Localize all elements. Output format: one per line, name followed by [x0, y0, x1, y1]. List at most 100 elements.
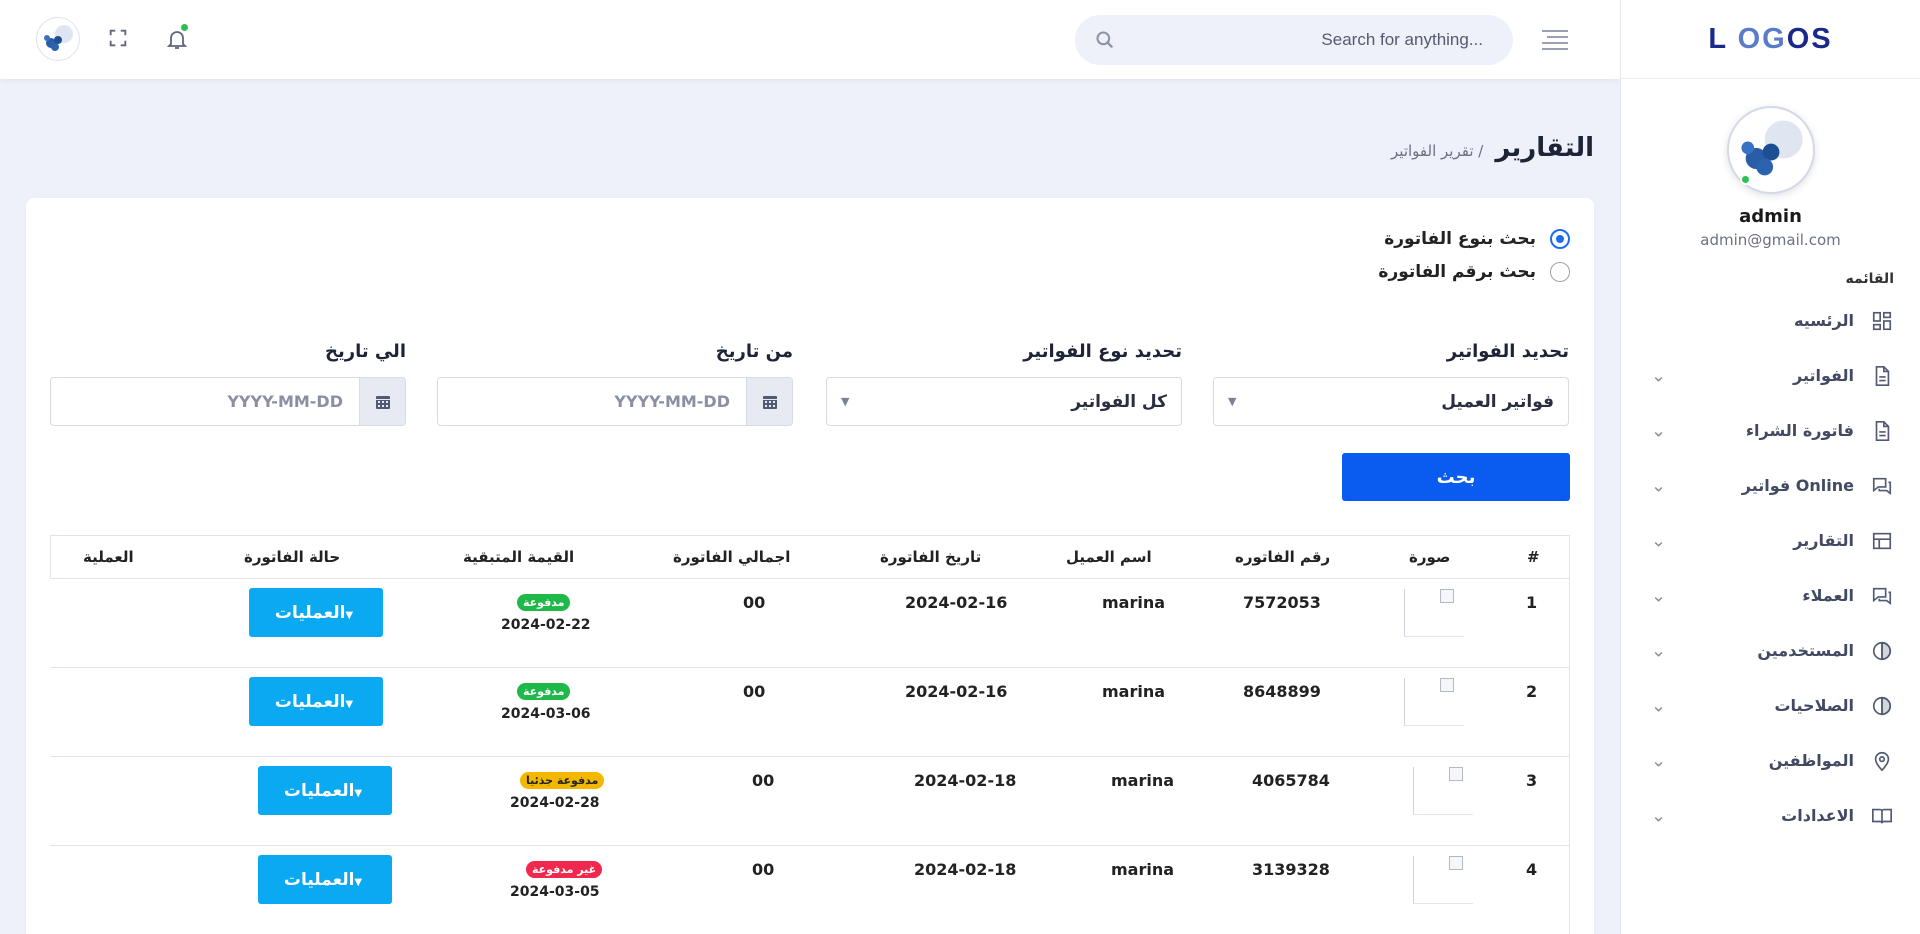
sidebar-item-label: العملاء	[1802, 586, 1854, 605]
calendar-icon[interactable]	[746, 378, 792, 425]
invoice-select[interactable]: فواتير العميل ▼	[1213, 377, 1569, 426]
ops-label: العمليات	[274, 691, 346, 712]
from-date-field: من تاريخ	[437, 341, 793, 426]
from-date-input[interactable]	[438, 378, 746, 425]
profile-avatar[interactable]	[1726, 106, 1815, 194]
operations-button[interactable]: العمليات▼	[258, 766, 392, 815]
radio-button-checked[interactable]	[1550, 228, 1570, 249]
type-select[interactable]: كل الفواتير ▼	[826, 377, 1182, 426]
chevron-down-icon: ⌄	[1651, 475, 1667, 496]
caret-down-icon: ▼	[354, 787, 363, 799]
chevron-down-icon: ⌄	[1651, 530, 1667, 551]
avatar-image-icon	[1740, 120, 1803, 176]
menu-icon[interactable]	[1542, 30, 1568, 50]
breadcrumb[interactable]: / تقرير الفواتير	[1391, 142, 1483, 160]
header-cell: رقم الفاتوره	[1235, 548, 1331, 566]
report-card: بحث بنوع الفاتورة بحث برقم الفاتورة تحدي…	[26, 198, 1594, 934]
status-badge: مدفوعة جذئيا	[520, 772, 605, 789]
caret-down-icon: ▼	[354, 876, 363, 888]
search-box[interactable]	[1075, 15, 1513, 65]
table-row: 3 4065784 marina 2024-02-18 00 مدفوعة جذئيا 20…	[50, 757, 1570, 846]
field-label: من تاريخ	[715, 341, 793, 362]
sidebar-item-1[interactable]: ⌄ الفواتير	[1621, 348, 1920, 403]
table-row: 4 3139328 marina 2024-02-18 00 غير مدفوعة 2024…	[50, 846, 1570, 934]
header-cell: حالة الفاتورة	[244, 548, 341, 566]
invoice-date: 2024-02-18	[914, 771, 1017, 790]
half-circle-icon	[1870, 694, 1894, 718]
caret-down-icon: ▼	[345, 698, 354, 710]
invoice-thumbnail[interactable]	[1413, 856, 1473, 904]
field-label: تحديد الفواتير	[1446, 341, 1569, 362]
sidebar-item-0[interactable]: الرئسيه	[1621, 293, 1920, 348]
header-cell: العملية	[83, 548, 134, 566]
brand-letter: L	[1708, 22, 1728, 55]
invoice-total: 00	[752, 771, 775, 790]
sidebar-item-label: الصلاحيات	[1774, 696, 1854, 715]
user-avatar[interactable]	[36, 17, 80, 61]
sidebar-item-label: فواتير Online	[1741, 476, 1854, 495]
operations-button[interactable]: العمليات▼	[249, 588, 383, 637]
operations-button[interactable]: العمليات▼	[249, 677, 383, 726]
brand-letter: OS	[1786, 22, 1833, 55]
to-date-input[interactable]	[51, 378, 359, 425]
broken-image-icon	[1440, 589, 1454, 603]
search-button[interactable]: بحث	[1342, 453, 1570, 501]
row-number: 4	[1526, 860, 1538, 879]
search-input[interactable]	[1115, 30, 1483, 50]
sidebar-item-label: المواظفين	[1768, 751, 1854, 770]
radio-by-type[interactable]: بحث بنوع الفاتورة	[1378, 222, 1570, 255]
sidebar-item-label: الفواتير	[1792, 366, 1854, 385]
sidebar-item-label: التقارير	[1793, 531, 1854, 550]
radio-by-number[interactable]: بحث برقم الفاتورة	[1378, 255, 1570, 288]
table-row: 1 7572053 marina 2024-02-16 00 مدفوعة 2024-02-…	[50, 579, 1570, 668]
profile-card: admin admin@gmail.com	[1621, 79, 1920, 249]
invoice-thumbnail[interactable]	[1413, 767, 1473, 815]
document-icon	[1870, 364, 1894, 388]
invoice-thumbnail[interactable]	[1404, 678, 1464, 726]
sidebar-item-7[interactable]: ⌄ الصلاحيات	[1621, 678, 1920, 733]
sidebar-item-8[interactable]: ⌄ المواظفين	[1621, 733, 1920, 788]
to-date-input-group	[50, 377, 406, 426]
broken-image-icon	[1449, 767, 1463, 781]
invoice-date: 2024-02-16	[905, 593, 1008, 612]
sidebar-item-3[interactable]: ⌄ فواتير Online	[1621, 458, 1920, 513]
invoice-number: 3139328	[1252, 860, 1330, 879]
page-header: التقارير / تقرير الفواتير	[1391, 133, 1594, 163]
status-badge: مدفوعة	[517, 594, 571, 611]
sidebar-item-5[interactable]: ⌄ العملاء	[1621, 568, 1920, 623]
status-date: 2024-02-22	[501, 617, 591, 633]
pin-icon	[1870, 749, 1894, 773]
dashboard-icon	[1870, 309, 1894, 333]
row-number: 3	[1526, 771, 1538, 790]
document-icon	[1870, 419, 1894, 443]
sidebar-item-2[interactable]: ⌄ فاتورة الشراء	[1621, 403, 1920, 458]
sidebar-item-4[interactable]: ⌄ التقارير	[1621, 513, 1920, 568]
brand-logo[interactable]: L OGOS	[1621, 0, 1920, 79]
brand-text: L OGOS	[1708, 23, 1832, 56]
sidebar-item-label: المستخدمين	[1757, 641, 1854, 660]
header-cell: اسم العميل	[1066, 548, 1152, 566]
client-name: marina	[1111, 860, 1175, 879]
chevron-down-icon: ⌄	[1651, 695, 1667, 716]
broken-image-icon	[1440, 678, 1454, 692]
bell-icon[interactable]	[165, 23, 189, 51]
client-name: marina	[1102, 593, 1166, 612]
sidebar-item-9[interactable]: ⌄ الاعدادات	[1621, 788, 1920, 843]
chevron-down-icon: ⌄	[1651, 750, 1667, 771]
ops-label: العمليات	[283, 869, 355, 890]
field-label: تحديد نوع الفواتير	[1023, 341, 1182, 362]
invoice-thumbnail[interactable]	[1404, 589, 1464, 637]
chat-icon	[1870, 584, 1894, 608]
client-name: marina	[1111, 771, 1175, 790]
fullscreen-icon[interactable]	[107, 27, 131, 51]
table-row: 2 8648899 marina 2024-02-16 00 مدفوعة 2024-03-…	[50, 668, 1570, 757]
profile-email: admin@gmail.com	[1700, 231, 1841, 249]
sidebar-item-6[interactable]: ⌄ المستخدمين	[1621, 623, 1920, 678]
operations-button[interactable]: العمليات▼	[258, 855, 392, 904]
chevron-down-icon: ⌄	[1651, 805, 1667, 826]
avatar-image-icon	[44, 25, 73, 51]
status-date: 2024-03-06	[501, 706, 591, 722]
calendar-icon[interactable]	[359, 378, 405, 425]
header-cell: القيمة المتبقية	[463, 548, 575, 566]
radio-button[interactable]	[1550, 261, 1570, 282]
